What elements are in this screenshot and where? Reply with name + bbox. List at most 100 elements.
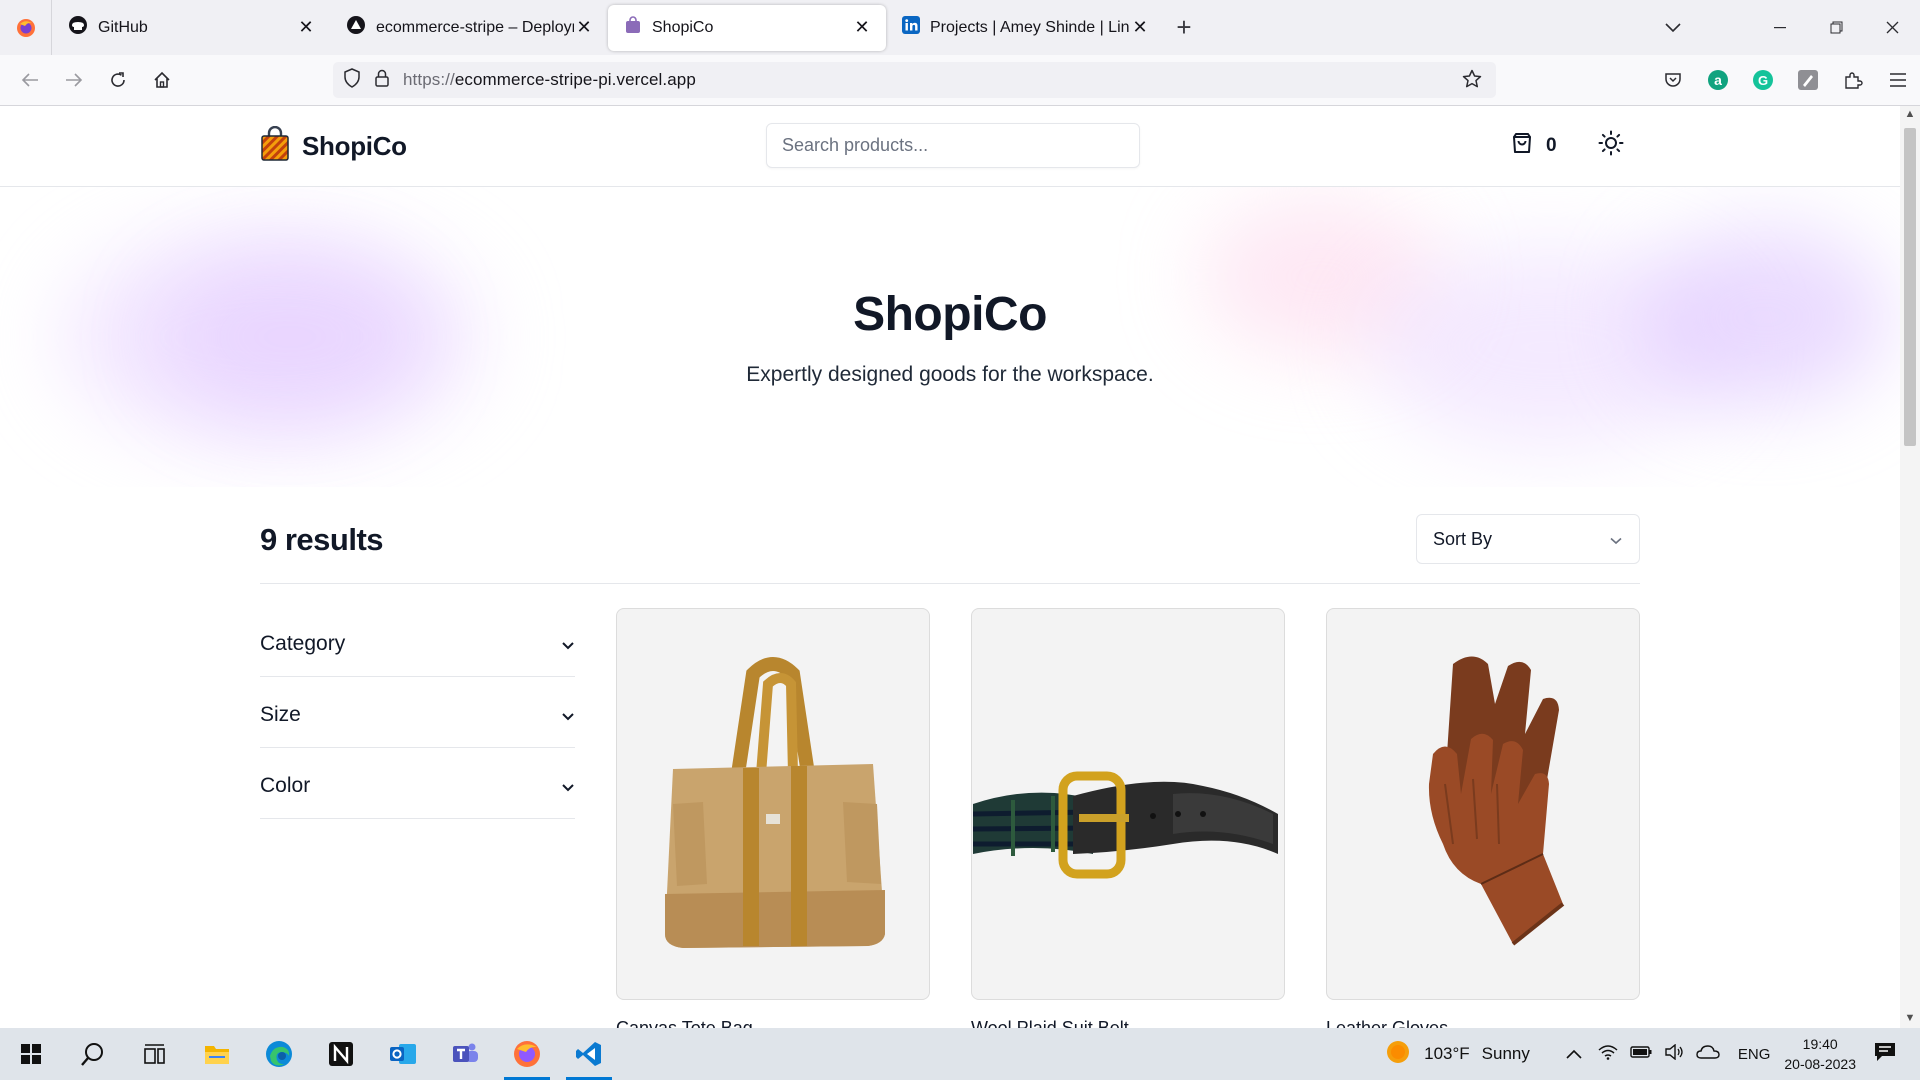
product-name[interactable]: Leather Gloves — [1326, 1018, 1640, 1028]
windows-taskbar: 103°F Sunny ENG 19:40 20-08-2023 — [0, 1028, 1920, 1080]
chevron-down-icon — [561, 703, 575, 727]
product-card[interactable]: Leather Gloves — [1326, 608, 1640, 1028]
language-indicator[interactable]: ENG — [1738, 1046, 1771, 1063]
reload-button[interactable] — [96, 61, 140, 99]
filter-category[interactable]: Category — [260, 606, 575, 677]
shopping-bag-icon — [624, 16, 642, 39]
product-card[interactable]: Canvas Tote Bag — [616, 608, 930, 1028]
url-host: ecommerce-stripe-pi.vercel.app — [454, 70, 696, 89]
shopping-bag-logo-icon — [260, 125, 290, 167]
teams-icon[interactable] — [434, 1028, 496, 1080]
taskbar-clock[interactable]: 19:40 20-08-2023 — [1784, 1034, 1856, 1074]
start-button[interactable] — [0, 1028, 62, 1080]
tab-vercel-deployments[interactable]: ecommerce-stripe – Deployments ✕ — [330, 5, 608, 51]
shield-icon[interactable] — [343, 67, 361, 93]
pocket-icon[interactable] — [1650, 61, 1695, 99]
tab-github[interactable]: GitHub ✕ — [52, 5, 330, 51]
notifications-icon[interactable] — [1874, 1042, 1896, 1067]
close-window-button[interactable] — [1864, 0, 1920, 55]
sun-weather-icon[interactable] — [1386, 1040, 1410, 1069]
outlook-icon[interactable] — [372, 1028, 434, 1080]
results-count: 9 results — [260, 522, 384, 557]
scroll-down-arrow-icon[interactable]: ▼ — [1903, 1012, 1917, 1026]
clock-time: 19:40 — [1802, 1036, 1838, 1052]
system-tray: 103°F Sunny ENG 19:40 20-08-2023 — [1386, 1028, 1920, 1080]
onedrive-cloud-icon[interactable] — [1696, 1044, 1720, 1064]
vscode-icon[interactable] — [558, 1028, 620, 1080]
close-tab-icon[interactable]: ✕ — [1130, 17, 1150, 38]
hamburger-menu-icon[interactable] — [1875, 61, 1920, 99]
extension-a-icon[interactable]: a — [1695, 61, 1740, 99]
product-name[interactable]: Wool Plaid Suit Belt — [971, 1018, 1285, 1028]
product-image-tote-bag[interactable] — [616, 608, 930, 1000]
lock-icon[interactable] — [375, 69, 389, 92]
results-header: 9 results Sort By — [260, 514, 1640, 584]
extensions-toolbar: a G — [1650, 61, 1920, 99]
sort-by-select[interactable]: Sort By — [1416, 514, 1640, 564]
hero-title: ShopiCo — [853, 288, 1047, 341]
close-tab-icon[interactable]: ✕ — [852, 17, 872, 38]
close-tab-icon[interactable]: ✕ — [574, 17, 594, 38]
browser-toolbar: https://ecommerce-stripe-pi.vercel.app a… — [0, 55, 1920, 106]
extensions-puzzle-icon[interactable] — [1830, 61, 1875, 99]
svg-text:a: a — [1714, 72, 1722, 88]
filter-size[interactable]: Size — [260, 677, 575, 748]
product-name[interactable]: Canvas Tote Bag — [616, 1018, 930, 1028]
battery-icon[interactable] — [1630, 1044, 1652, 1064]
tab-title: GitHub — [98, 18, 148, 36]
new-tab-button[interactable]: + — [1164, 8, 1204, 48]
extension-pen-icon[interactable] — [1785, 61, 1830, 99]
chevron-up-icon[interactable] — [1566, 1044, 1582, 1064]
weather-condition[interactable]: Sunny — [1482, 1044, 1530, 1064]
chevron-down-icon — [1609, 529, 1623, 550]
filter-label: Category — [260, 632, 346, 655]
search-icon[interactable] — [62, 1028, 124, 1080]
edge-browser-icon[interactable] — [248, 1028, 310, 1080]
product-image-gloves[interactable] — [1326, 608, 1640, 1000]
firefox-taskbar-icon[interactable] — [496, 1028, 558, 1080]
search-input[interactable] — [766, 123, 1140, 168]
brand-link[interactable]: ShopiCo — [260, 125, 407, 167]
hero-subtitle: Expertly designed goods for the workspac… — [746, 363, 1154, 386]
filter-color[interactable]: Color — [260, 748, 575, 819]
tab-title: ShopiCo — [652, 18, 714, 36]
grammarly-icon[interactable]: G — [1740, 61, 1785, 99]
back-button[interactable] — [8, 61, 52, 99]
page-scrollbar[interactable]: ▲ ▼ — [1900, 106, 1920, 1028]
firefox-menu-icon[interactable] — [0, 0, 52, 55]
address-bar[interactable]: https://ecommerce-stripe-pi.vercel.app — [333, 62, 1496, 98]
tab-shopico[interactable]: ShopiCo ✕ — [608, 4, 886, 51]
file-explorer-icon[interactable] — [186, 1028, 248, 1080]
chevron-down-icon — [561, 774, 575, 798]
brand-name: ShopiCo — [302, 131, 407, 161]
scrollbar-thumb[interactable] — [1904, 128, 1916, 446]
list-all-tabs-button[interactable] — [1655, 12, 1691, 44]
sort-by-label: Sort By — [1433, 528, 1493, 549]
product-image-belt[interactable] — [971, 608, 1285, 1000]
minimize-button[interactable] — [1752, 0, 1808, 55]
hero-section: ShopiCo Expertly designed goods for the … — [0, 187, 1900, 487]
wifi-icon[interactable] — [1598, 1044, 1618, 1065]
tab-linkedin[interactable]: Projects | Amey Shinde | LinkedIn ✕ — [886, 5, 1164, 51]
vercel-icon — [346, 15, 366, 40]
close-tab-icon[interactable]: ✕ — [296, 17, 316, 38]
home-button[interactable] — [140, 61, 184, 99]
scroll-up-arrow-icon[interactable]: ▲ — [1903, 108, 1917, 122]
theme-toggle-button[interactable] — [1594, 128, 1628, 162]
bookmark-star-icon[interactable] — [1462, 69, 1482, 94]
task-view-icon[interactable] — [124, 1028, 186, 1080]
restore-button[interactable] — [1808, 0, 1864, 55]
notion-icon[interactable] — [310, 1028, 372, 1080]
clock-date: 20-08-2023 — [1784, 1056, 1856, 1072]
url-protocol: https:// — [403, 70, 455, 89]
tab-title: Projects | Amey Shinde | LinkedIn — [930, 18, 1130, 36]
shopping-bag-icon — [1510, 131, 1534, 160]
weather-temperature[interactable]: 103°F — [1424, 1044, 1470, 1064]
chevron-down-icon — [561, 632, 575, 656]
product-card[interactable]: Wool Plaid Suit Belt — [971, 608, 1285, 1028]
cart-button[interactable]: 0 — [1510, 131, 1557, 160]
product-grid: Canvas Tote Bag Wool Plaid Suit Belt Lea… — [616, 608, 1640, 1028]
linkedin-icon — [902, 16, 920, 39]
forward-button[interactable] — [52, 61, 96, 99]
volume-icon[interactable] — [1664, 1043, 1684, 1065]
